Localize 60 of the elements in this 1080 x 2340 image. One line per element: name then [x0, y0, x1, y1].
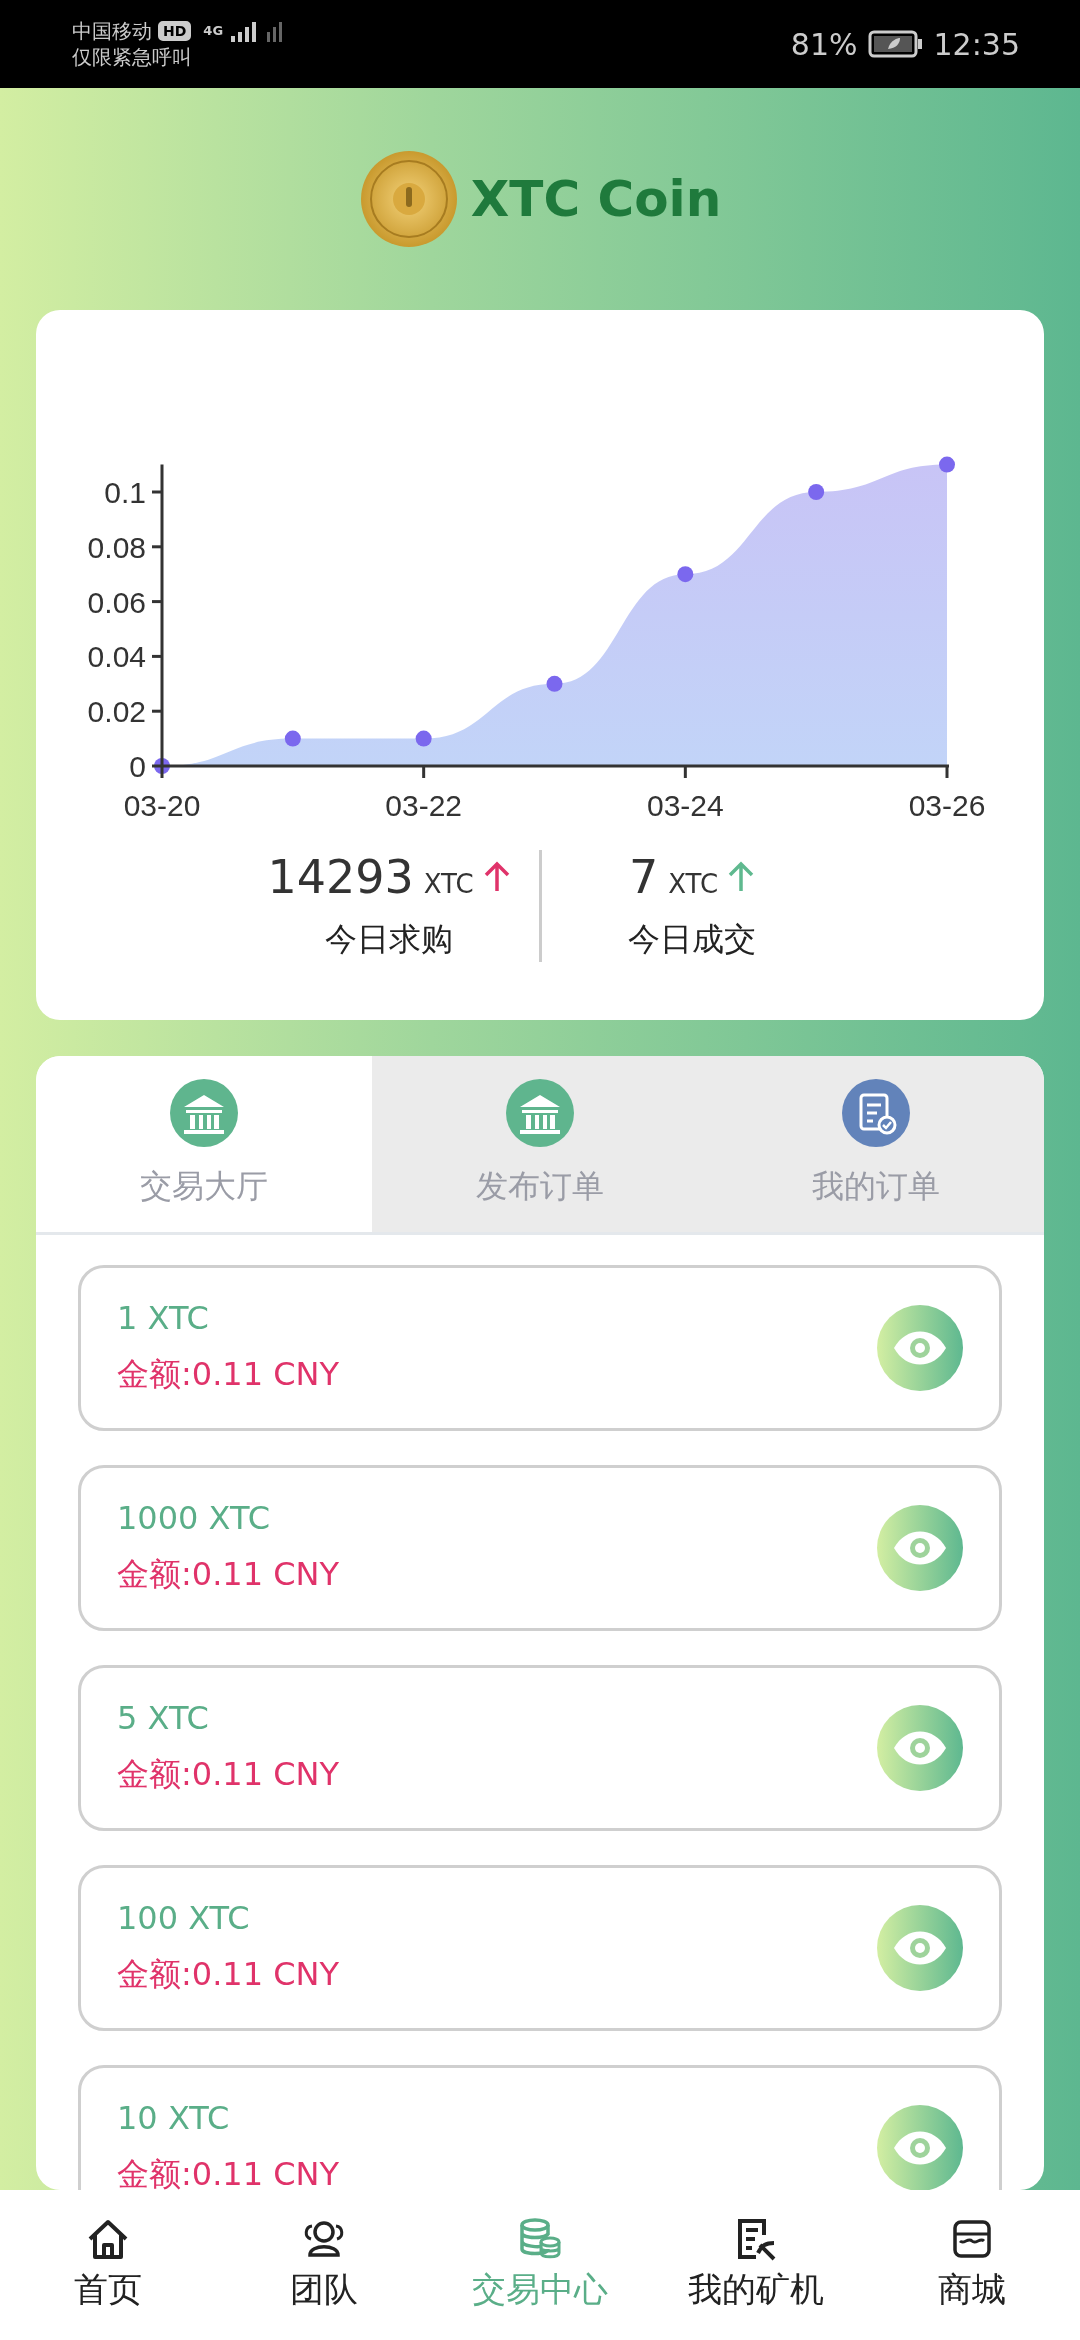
carrier-name: 中国移动: [72, 18, 152, 44]
order-price: 金额:0.11 CNY: [117, 1354, 341, 1395]
stat-value: 7: [628, 850, 659, 904]
nav-item[interactable]: 交易中心: [432, 2190, 648, 2340]
eye-icon: [892, 1530, 948, 1566]
y-tick-label: 0.06: [87, 585, 146, 619]
order-card[interactable]: 1 XTC 金额:0.11 CNY: [78, 1265, 1002, 1431]
shop-icon: [950, 2217, 994, 2261]
nav-item[interactable]: 商城: [864, 2190, 1080, 2340]
order-price: 金额:0.11 CNY: [117, 2154, 341, 2190]
order-amount: 5 XTC: [117, 1699, 210, 1737]
y-tick-label: 0.04: [87, 640, 146, 674]
stat-label: 今日求购: [324, 919, 453, 960]
order-card[interactable]: 100 XTC 金额:0.11 CNY: [78, 1865, 1002, 2031]
stat-value: 14293: [267, 850, 414, 904]
clock: 12:35: [933, 26, 1020, 62]
order-card[interactable]: 5 XTC 金额:0.11 CNY: [78, 1665, 1002, 1831]
y-tick-label: 0.08: [87, 530, 146, 564]
coins-icon: [518, 2217, 562, 2261]
y-tick-label: 0.02: [87, 695, 146, 729]
eye-icon: [892, 1730, 948, 1766]
data-point: [284, 730, 301, 747]
hd-badge: HD: [158, 21, 192, 41]
stat-unit: XTC: [423, 869, 474, 899]
emergency-calls-text: 仅限紧急呼叫: [72, 44, 193, 70]
home-icon: [86, 2217, 130, 2261]
tab[interactable]: 我的订单: [708, 1056, 1044, 1232]
x-tick-label: 03-22: [385, 789, 463, 822]
stat-unit: XTC: [668, 869, 719, 899]
order-amount: 1000 XTC: [117, 1499, 271, 1537]
x-tick-label: 03-20: [123, 789, 201, 822]
order-price: 金额:0.11 CNY: [117, 1554, 341, 1595]
order-amount: 1 XTC: [117, 1299, 210, 1337]
network-type: 4G: [203, 22, 224, 40]
eye-icon: [892, 1330, 948, 1366]
eye-icon: [892, 2130, 948, 2166]
data-point: [154, 758, 170, 774]
data-point: [415, 730, 432, 747]
data-point: [939, 456, 955, 473]
order-price: 金额:0.11 CNY: [117, 1754, 341, 1795]
nav-item[interactable]: 我的矿机: [648, 2190, 864, 2340]
tab[interactable]: 发布订单: [372, 1056, 708, 1232]
app-title: XTC Coin: [470, 170, 722, 228]
order-card[interactable]: 1000 XTC 金额:0.11 CNY: [78, 1465, 1002, 1631]
order-price: 金额:0.11 CNY: [117, 1954, 341, 1995]
order-amount: 10 XTC: [117, 2099, 231, 2137]
battery-percent: 81%: [790, 26, 858, 62]
y-tick-label: 0.1: [104, 476, 146, 509]
data-point: [546, 675, 563, 692]
data-point: [677, 566, 694, 583]
x-tick-label: 03-26: [908, 789, 986, 822]
order-amount: 100 XTC: [117, 1899, 251, 1937]
stat-label: 今日成交: [627, 919, 756, 960]
battery-icon: [867, 30, 924, 58]
eye-icon: [892, 1930, 948, 1966]
nav-item[interactable]: 团队: [216, 2190, 432, 2340]
x-tick-label: 03-24: [646, 789, 724, 822]
y-tick-label: 0: [129, 750, 146, 783]
nav-item[interactable]: 首页: [0, 2190, 216, 2340]
data-point: [808, 484, 825, 500]
